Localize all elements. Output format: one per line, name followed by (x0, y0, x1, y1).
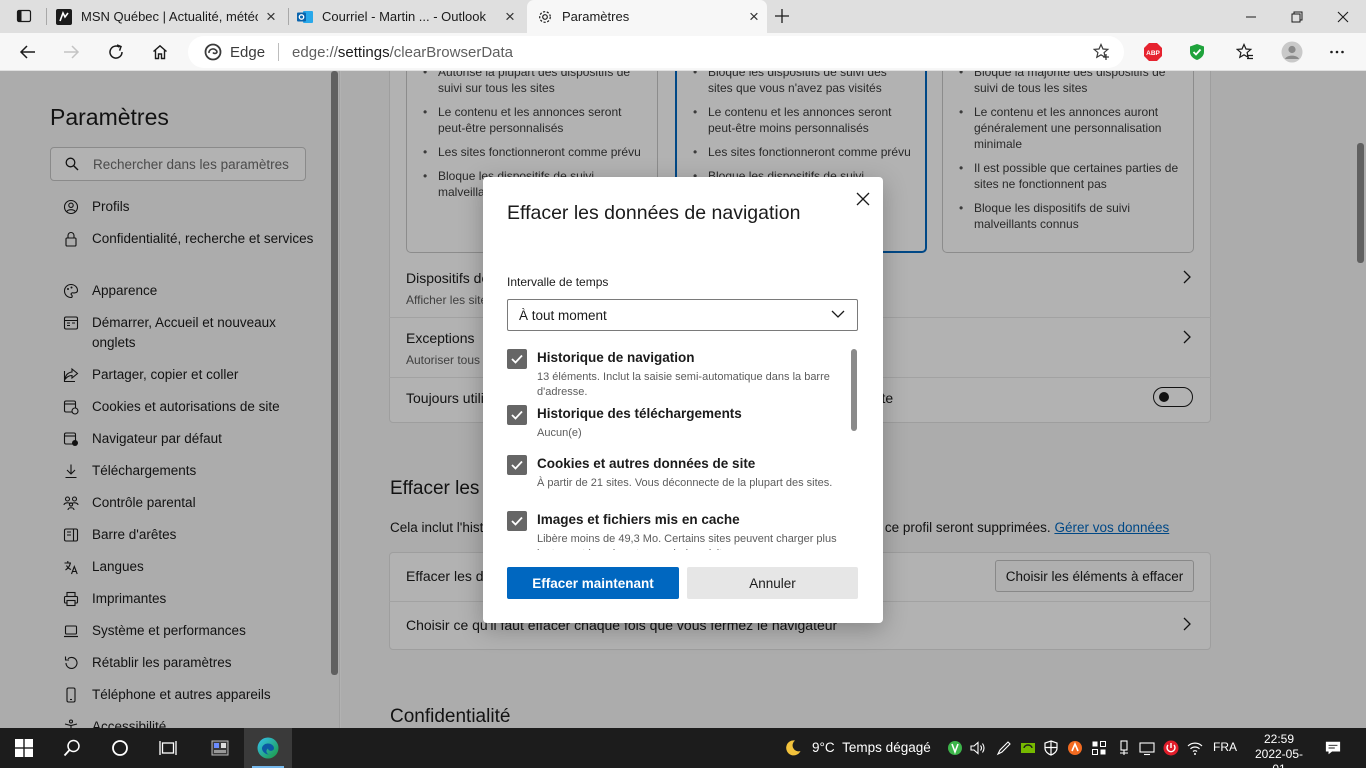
clear-data-dialog: Effacer les données de navigation Interv… (483, 177, 883, 623)
notifications-icon[interactable] (1325, 740, 1341, 756)
gear-icon (537, 9, 553, 25)
tab-actions-icon[interactable] (9, 1, 39, 31)
moon-icon[interactable] (783, 740, 803, 756)
power-app-icon[interactable] (1163, 740, 1179, 756)
task-view-icon[interactable] (144, 728, 192, 768)
app-icon[interactable] (196, 728, 244, 768)
close-icon[interactable]: × (258, 7, 284, 27)
minimize-button[interactable] (1228, 0, 1274, 33)
tab-title: MSN Québec | Actualité, météo (81, 9, 258, 24)
restore-button[interactable] (1274, 0, 1320, 33)
search-icon[interactable] (48, 728, 96, 768)
checkbox-download-history[interactable] (507, 405, 527, 425)
close-icon[interactable]: × (741, 7, 767, 27)
display-icon[interactable] (1139, 740, 1155, 756)
dialog-title: Effacer les données de navigation (507, 202, 801, 224)
time-range-value: À tout moment (519, 307, 607, 323)
msn-icon (56, 8, 72, 25)
adblock-icon[interactable]: ABP (1138, 37, 1168, 67)
more-menu-icon[interactable] (1322, 37, 1352, 67)
checkmark-icon (511, 516, 523, 526)
clock[interactable]: 22:592022-05-01 (1249, 732, 1309, 768)
pen-icon[interactable] (996, 740, 1012, 756)
url-text[interactable]: edge://settings/clearBrowserData (292, 44, 513, 61)
dialog-scrollbar[interactable] (851, 349, 857, 431)
cortana-icon[interactable] (96, 728, 144, 768)
toolbar: Edge edge://settings/clearBrowserData AB… (0, 33, 1366, 71)
cancel-button[interactable]: Annuler (687, 567, 858, 599)
chevron-down-icon (831, 309, 845, 319)
forward-button (56, 37, 86, 67)
outlook-icon (297, 9, 313, 25)
avast-icon[interactable] (1067, 740, 1083, 756)
app-grid-icon[interactable] (1091, 740, 1107, 756)
nvidia-icon[interactable] (1020, 740, 1036, 756)
input-language[interactable]: FRA (1213, 740, 1237, 754)
checkbox-cookies[interactable] (507, 455, 527, 475)
checkbox-browsing-history[interactable] (507, 349, 527, 369)
favorites-icon[interactable] (1230, 37, 1260, 67)
checkmark-icon (511, 460, 523, 470)
profile-avatar[interactable] (1277, 37, 1307, 67)
tab-msn[interactable]: MSN Québec | Actualité, météo × (56, 0, 284, 33)
back-button[interactable] (13, 37, 43, 67)
checkmark-icon (511, 410, 523, 420)
refresh-button[interactable] (101, 37, 131, 67)
new-tab-button[interactable] (767, 1, 797, 31)
tab-outlook[interactable]: Courriel - Martin ... - Outlook × (297, 0, 523, 33)
site-label: Edge (230, 43, 266, 61)
taskbar: 9°C Temps dégagé FRA 22:592022-05-01 (0, 728, 1366, 768)
address-bar[interactable]: Edge edge://settings/clearBrowserData (188, 36, 1124, 68)
close-window-button[interactable] (1320, 0, 1366, 33)
checkbox-cached-images[interactable] (507, 511, 527, 531)
weather-widget[interactable]: 9°C Temps dégagé (812, 740, 931, 755)
clear-now-button[interactable]: Effacer maintenant (507, 567, 679, 599)
usb-icon[interactable] (1116, 740, 1132, 756)
add-favorite-icon[interactable] (1093, 43, 1111, 61)
edge-icon (204, 43, 222, 61)
tab-title: Paramètres (562, 9, 630, 24)
tab-strip: MSN Québec | Actualité, météo × Courriel… (0, 0, 1366, 33)
defender-icon[interactable] (1043, 740, 1059, 756)
checkmark-icon (511, 354, 523, 364)
wifi-icon[interactable] (1187, 740, 1203, 756)
start-button[interactable] (0, 728, 48, 768)
network-app-icon[interactable] (947, 740, 963, 756)
tab-title: Courriel - Martin ... - Outlook (322, 9, 486, 24)
home-button[interactable] (145, 37, 175, 67)
data-type-list: Historique de navigation 13 éléments. In… (507, 347, 837, 550)
time-range-label: Intervalle de temps (507, 275, 609, 289)
tab-settings[interactable]: Paramètres × (527, 0, 767, 33)
time-range-select[interactable]: À tout moment (507, 299, 858, 331)
volume-icon[interactable] (970, 740, 986, 756)
close-icon[interactable]: × (497, 7, 523, 27)
svg-text:ABP: ABP (1146, 50, 1160, 57)
shield-icon[interactable] (1182, 37, 1212, 67)
close-icon[interactable] (849, 185, 877, 213)
edge-taskbar-icon[interactable] (244, 728, 292, 768)
